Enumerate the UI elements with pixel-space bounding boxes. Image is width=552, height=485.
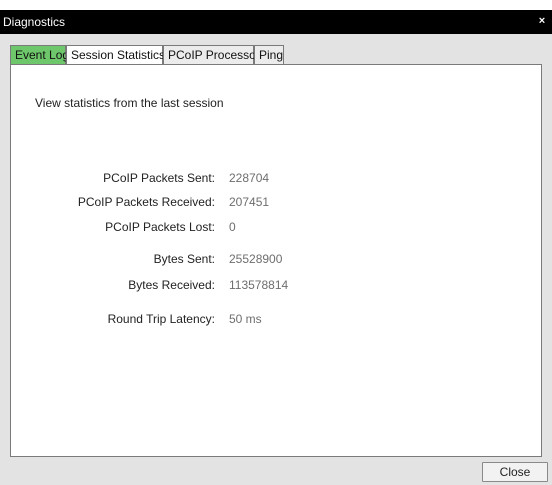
stat-value-bytes-received: 113578814 (229, 278, 289, 292)
stat-label-packets-sent: PCoIP Packets Sent: (103, 171, 215, 185)
stat-label-packets-received: PCoIP Packets Received: (77, 195, 215, 209)
stat-value-packets-sent: 228704 (229, 171, 270, 185)
stat-label-round-trip-latency: Round Trip Latency: (107, 312, 215, 326)
tab-event-log[interactable]: Event Log (10, 45, 69, 65)
tab-pcoip-processor[interactable]: PCoIP Processor (163, 45, 260, 65)
tab-session-statistics[interactable]: Session Statistics (66, 45, 165, 66)
intro-text: View statistics from the last session (35, 96, 224, 110)
close-button[interactable]: Close (482, 462, 548, 482)
titlebar: Diagnostics × (0, 0, 552, 34)
stat-label-packets-lost: PCoIP Packets Lost: (105, 220, 215, 234)
stat-value-round-trip-latency: 50 ms (229, 312, 262, 326)
stat-value-packets-received: 207451 (229, 195, 270, 209)
diagnostics-window: Diagnostics × Event Log Session Statisti… (0, 0, 552, 485)
stat-value-packets-lost: 0 (229, 220, 236, 234)
tab-ping[interactable]: Ping (254, 45, 284, 65)
session-statistics-panel: View statistics from the last session PC… (10, 64, 542, 457)
window-title: Diagnostics (3, 15, 66, 29)
close-icon[interactable]: × (536, 14, 548, 28)
stat-value-bytes-sent: 25528900 (229, 252, 283, 266)
stat-label-bytes-sent: Bytes Sent: (153, 252, 215, 266)
stat-label-bytes-received: Bytes Received: (128, 278, 215, 292)
